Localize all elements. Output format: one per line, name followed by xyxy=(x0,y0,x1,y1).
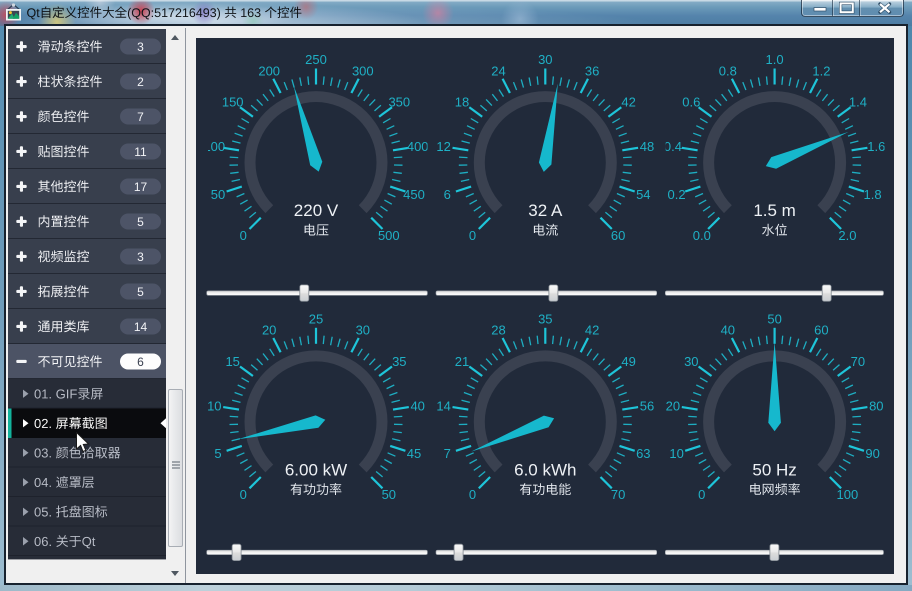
svg-text:14: 14 xyxy=(134,320,148,334)
svg-text:35: 35 xyxy=(538,311,552,326)
svg-text:20: 20 xyxy=(666,398,680,413)
svg-text:1.5 m: 1.5 m xyxy=(753,201,796,220)
svg-text:50: 50 xyxy=(211,187,225,202)
svg-text:5: 5 xyxy=(137,215,144,229)
svg-text:45: 45 xyxy=(407,446,421,461)
svg-text:0: 0 xyxy=(240,228,247,243)
svg-text:70: 70 xyxy=(611,487,625,502)
svg-text:7: 7 xyxy=(444,446,451,461)
svg-text:5: 5 xyxy=(137,285,144,299)
svg-text:450: 450 xyxy=(403,187,425,202)
svg-text:80: 80 xyxy=(869,398,883,413)
svg-text:0.2: 0.2 xyxy=(668,187,686,202)
svg-text:54: 54 xyxy=(636,187,650,202)
svg-text:6: 6 xyxy=(444,187,451,202)
svg-text:17: 17 xyxy=(134,180,148,194)
svg-text:2: 2 xyxy=(137,75,144,89)
svg-text:250: 250 xyxy=(305,52,327,67)
svg-text:0: 0 xyxy=(698,487,705,502)
svg-text:40: 40 xyxy=(721,323,735,338)
svg-text:0.0: 0.0 xyxy=(693,228,711,243)
svg-text:5: 5 xyxy=(214,446,221,461)
svg-text:350: 350 xyxy=(388,95,410,110)
svg-text:1.8: 1.8 xyxy=(864,187,882,202)
svg-text:40: 40 xyxy=(410,398,424,413)
svg-text:32 A: 32 A xyxy=(528,201,563,220)
svg-text:42: 42 xyxy=(621,95,635,110)
svg-text:60: 60 xyxy=(814,323,828,338)
svg-text:30: 30 xyxy=(538,52,552,67)
svg-text:1.4: 1.4 xyxy=(849,95,867,110)
svg-text:3: 3 xyxy=(137,250,144,264)
svg-text:1.0: 1.0 xyxy=(766,52,784,67)
svg-text:30: 30 xyxy=(356,323,370,338)
svg-text:36: 36 xyxy=(585,63,599,78)
svg-text:0: 0 xyxy=(469,487,476,502)
svg-text:35: 35 xyxy=(392,354,406,369)
svg-text:6.0 kWh: 6.0 kWh xyxy=(514,460,576,479)
svg-text:0.6: 0.6 xyxy=(682,95,700,110)
svg-text:25: 25 xyxy=(309,311,323,326)
svg-text:10: 10 xyxy=(669,446,683,461)
svg-text:0: 0 xyxy=(469,228,476,243)
svg-text:70: 70 xyxy=(851,354,865,369)
svg-text:14: 14 xyxy=(436,398,450,413)
svg-text:11: 11 xyxy=(134,145,147,159)
svg-text:20: 20 xyxy=(262,323,276,338)
svg-text:3: 3 xyxy=(137,40,144,54)
svg-text:50 Hz: 50 Hz xyxy=(752,460,796,479)
svg-text:0: 0 xyxy=(240,487,247,502)
svg-text:63: 63 xyxy=(636,446,650,461)
svg-text:2.0: 2.0 xyxy=(838,228,856,243)
svg-text:24: 24 xyxy=(491,63,505,78)
svg-text:6: 6 xyxy=(137,355,144,369)
svg-text:500: 500 xyxy=(378,228,400,243)
svg-text:50: 50 xyxy=(382,487,396,502)
svg-text:21: 21 xyxy=(455,354,469,369)
svg-text:15: 15 xyxy=(225,354,239,369)
svg-text:48: 48 xyxy=(640,139,654,154)
svg-text:12: 12 xyxy=(436,139,450,154)
svg-text:60: 60 xyxy=(611,228,625,243)
svg-text:18: 18 xyxy=(455,95,469,110)
svg-text:1.2: 1.2 xyxy=(812,63,830,78)
svg-text:1.6: 1.6 xyxy=(867,139,885,154)
svg-text:6.00 kW: 6.00 kW xyxy=(285,460,347,479)
svg-text:49: 49 xyxy=(621,354,635,369)
svg-text:56: 56 xyxy=(640,398,654,413)
svg-text:300: 300 xyxy=(352,63,374,78)
svg-text:10: 10 xyxy=(207,398,221,413)
svg-text:100: 100 xyxy=(837,487,859,502)
svg-text:150: 150 xyxy=(222,95,244,110)
svg-text:28: 28 xyxy=(491,323,505,338)
svg-text:7: 7 xyxy=(137,110,144,124)
svg-text:0.8: 0.8 xyxy=(719,63,737,78)
svg-text:0.4: 0.4 xyxy=(664,139,682,154)
svg-text:30: 30 xyxy=(684,354,698,369)
svg-text:50: 50 xyxy=(767,311,781,326)
svg-text:42: 42 xyxy=(585,323,599,338)
svg-text:400: 400 xyxy=(407,139,429,154)
svg-text:90: 90 xyxy=(865,446,879,461)
svg-text:200: 200 xyxy=(258,63,280,78)
svg-text:220 V: 220 V xyxy=(294,201,339,220)
